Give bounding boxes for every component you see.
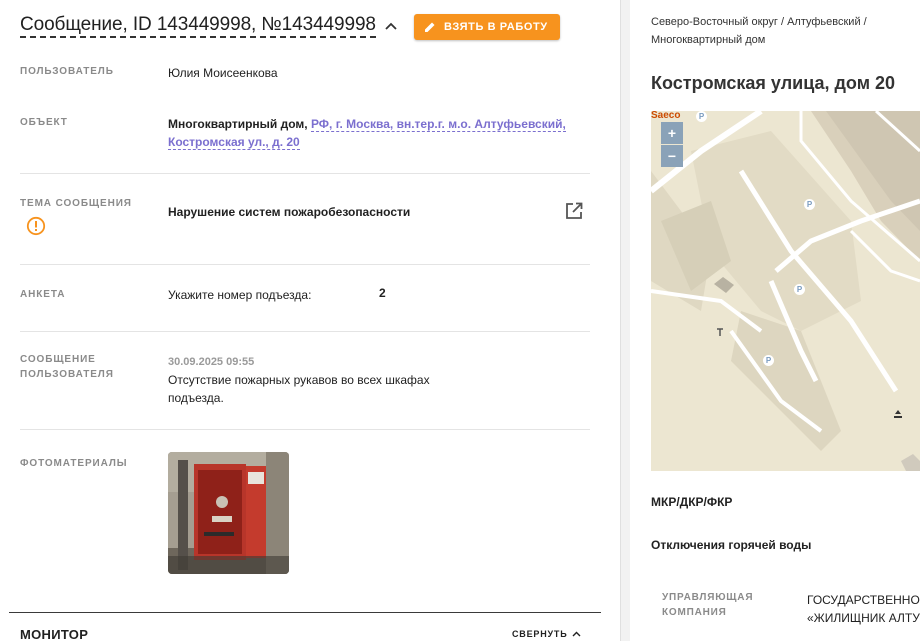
map-logo: Saeco bbox=[651, 111, 681, 121]
divider bbox=[20, 429, 590, 430]
message-body: 30.09.2025 09:55 Отсутствие пожарных рук… bbox=[168, 352, 468, 407]
object-panel: Северо-Восточный округ / Алтуфьевский / … bbox=[630, 0, 920, 641]
poi-icon bbox=[717, 328, 723, 336]
message-label: СООБЩЕНИЕ ПОЛЬЗОВАТЕЛЯ bbox=[20, 352, 114, 382]
object-address-link[interactable]: РФ, г. Москва, вн.тер.г. м.о. Алтуфьевск… bbox=[310, 117, 566, 132]
open-external-icon[interactable] bbox=[564, 201, 584, 221]
collapse-label: СВЕРНУТЬ bbox=[512, 629, 568, 639]
breadcrumb-separator: / bbox=[860, 16, 867, 28]
topic-label: ТЕМА СООБЩЕНИЯ bbox=[20, 198, 132, 209]
divider bbox=[20, 173, 590, 174]
message-text-line-1: Отсутствие пожарных рукавов во всех шкаф… bbox=[168, 373, 430, 387]
take-to-work-label: ВЗЯТЬ В РАБОТУ bbox=[444, 21, 548, 33]
chevron-up-icon[interactable] bbox=[384, 19, 398, 33]
survey-label: АНКЕТА bbox=[20, 289, 66, 300]
map[interactable]: Saeco + − P P P P bbox=[651, 111, 920, 471]
zoom-out-button[interactable]: − bbox=[661, 145, 683, 167]
object-address-title: Костромская улица, дом 20 bbox=[651, 73, 896, 93]
topic-value: Нарушение систем пожаробезопасности bbox=[168, 205, 411, 219]
message-title[interactable]: Сообщение, ID 143449998, №143449998 bbox=[20, 14, 376, 38]
management-company-label-line-2: КОМПАНИЯ bbox=[662, 607, 727, 618]
object-label: ОБЪЕКТ bbox=[20, 117, 68, 128]
entrance-icon bbox=[894, 410, 902, 418]
survey-question: Укажите номер подъезда: bbox=[168, 288, 312, 302]
breadcrumb-object-type[interactable]: Многоквартирный дом bbox=[651, 34, 765, 46]
breadcrumb-separator: / bbox=[777, 16, 788, 28]
pencil-icon bbox=[425, 22, 435, 32]
management-company-value-line-1: ГОСУДАРСТВЕННОЕ bbox=[807, 593, 920, 607]
breadcrumb-area[interactable]: Алтуфьевский bbox=[787, 16, 861, 28]
management-company-label: УПРАВЛЯЮЩАЯ КОМПАНИЯ bbox=[662, 590, 753, 620]
message-panel: Сообщение, ID 143449998, №143449998 ВЗЯТ… bbox=[0, 0, 620, 641]
collapse-button[interactable]: СВЕРНУТЬ bbox=[512, 629, 581, 639]
map-canvas bbox=[651, 111, 920, 471]
parking-marker[interactable]: P bbox=[696, 111, 707, 122]
take-to-work-button[interactable]: ВЗЯТЬ В РАБОТУ bbox=[414, 14, 560, 40]
user-label: ПОЛЬЗОВАТЕЛЬ bbox=[20, 66, 114, 77]
management-company-value: ГОСУДАРСТВЕННОЕ «ЖИЛИЩНИК АЛТУ bbox=[807, 591, 920, 627]
section-divider bbox=[9, 612, 601, 613]
warning-icon bbox=[26, 216, 46, 236]
hot-water-outage-section[interactable]: Отключения горячей воды bbox=[651, 538, 811, 552]
photos-label: ФОТОМАТЕРИАЛЫ bbox=[20, 458, 128, 469]
parking-marker[interactable]: P bbox=[794, 284, 805, 295]
chevron-up-icon bbox=[572, 631, 581, 637]
breadcrumb-district[interactable]: Северо-Восточный округ bbox=[651, 16, 778, 28]
message-text-line-2: подъезда. bbox=[168, 391, 224, 405]
management-company-value-line-2: «ЖИЛИЩНИК АЛТУ bbox=[807, 611, 920, 625]
user-value: Юлия Моисеенкова bbox=[168, 66, 278, 80]
object-value: Многоквартирный дом, РФ, г. Москва, вн.т… bbox=[168, 115, 588, 151]
message-label-line-2: ПОЛЬЗОВАТЕЛЯ bbox=[20, 369, 114, 380]
breadcrumb: Северо-Восточный округ / Алтуфьевский / … bbox=[651, 13, 911, 49]
parking-marker[interactable]: P bbox=[763, 355, 774, 366]
survey-answer: 2 bbox=[379, 286, 386, 300]
monitor-heading: МОНИТОР bbox=[20, 627, 89, 641]
zoom-in-button[interactable]: + bbox=[661, 122, 683, 144]
divider bbox=[20, 264, 590, 265]
object-address-link-2[interactable]: Костромская ул., д. 20 bbox=[168, 135, 300, 150]
object-type: Многоквартирный дом, bbox=[168, 117, 308, 131]
parking-marker[interactable]: P bbox=[804, 199, 815, 210]
management-company-label-line-1: УПРАВЛЯЮЩАЯ bbox=[662, 592, 754, 603]
divider bbox=[20, 331, 590, 332]
photo-thumbnail[interactable] bbox=[168, 452, 289, 574]
message-label-line-1: СООБЩЕНИЕ bbox=[20, 354, 96, 365]
fire-cabinet-photo bbox=[168, 452, 289, 574]
message-header: Сообщение, ID 143449998, №143449998 bbox=[20, 14, 398, 38]
capital-repair-section[interactable]: МКР/ДКР/ФКР bbox=[651, 495, 732, 509]
panel-splitter[interactable] bbox=[620, 0, 630, 641]
message-datetime: 30.09.2025 09:55 bbox=[168, 356, 255, 368]
